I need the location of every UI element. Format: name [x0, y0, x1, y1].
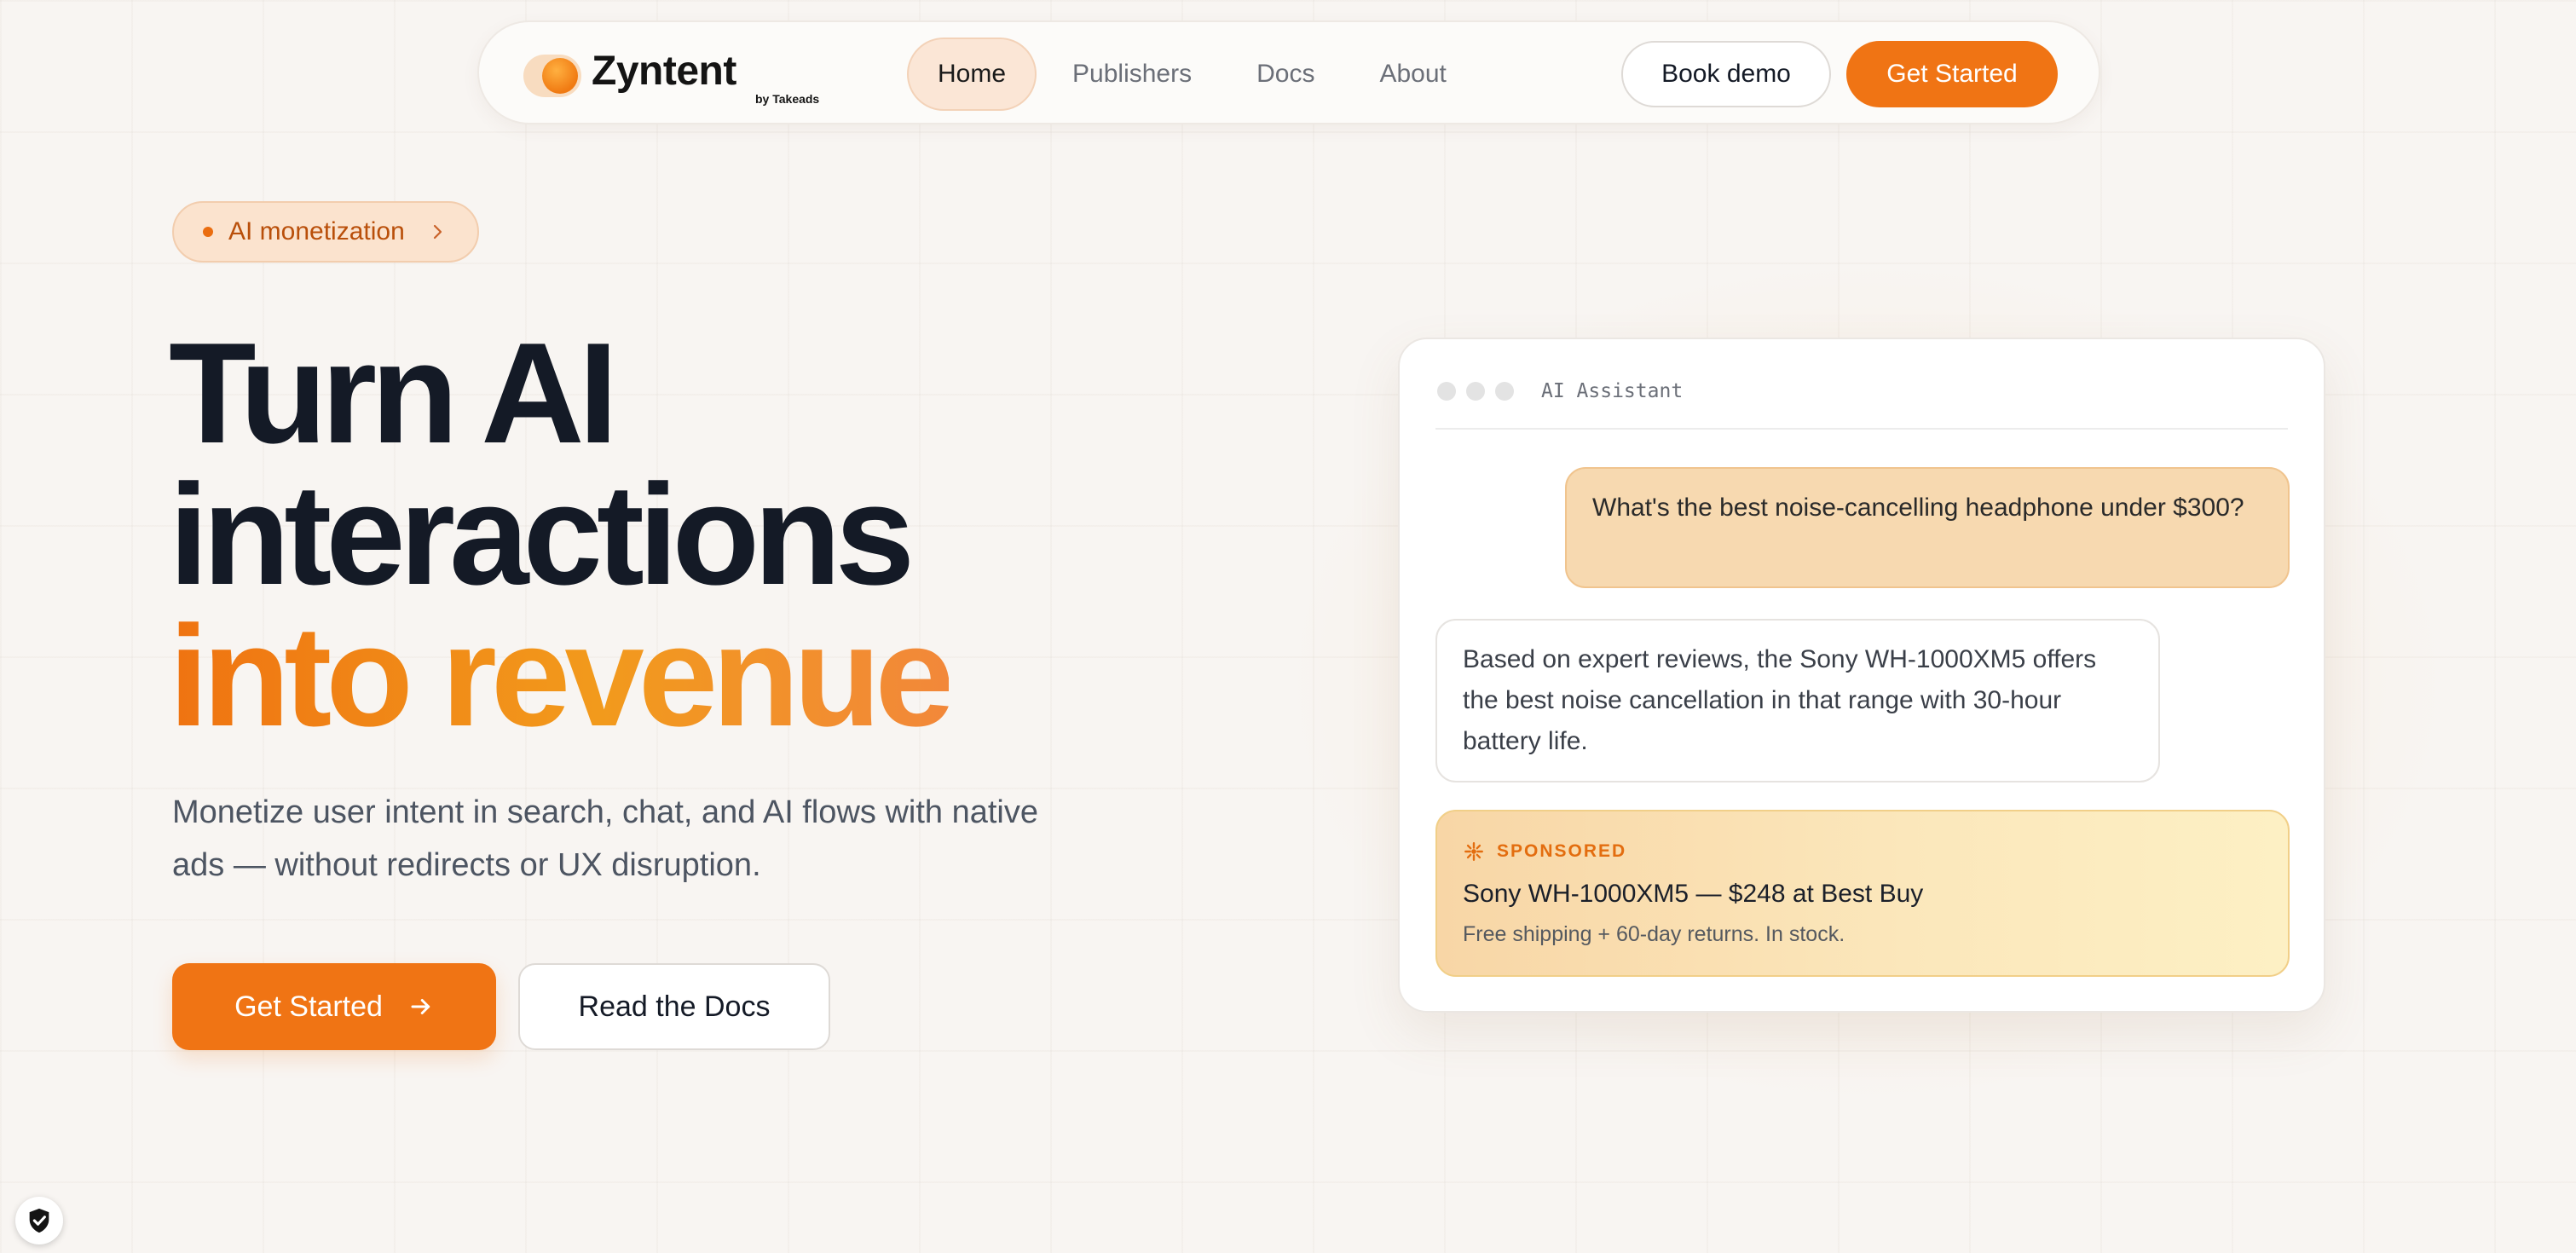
logo[interactable]: Zyntent by Takeads [523, 49, 819, 106]
ai-monetization-pill[interactable]: AI monetization [172, 201, 479, 263]
read-docs-button[interactable]: Read the Docs [518, 963, 830, 1050]
book-demo-button[interactable]: Book demo [1621, 41, 1831, 107]
hero-subtext: Monetize user intent in search, chat, an… [172, 794, 1038, 883]
chevron-right-icon [433, 224, 442, 240]
nav-link-docs[interactable]: Docs [1227, 38, 1343, 111]
sparkle-icon [1464, 842, 1483, 861]
ai-assistant-card: AI Assistant What's the best noise-cance… [1398, 338, 2325, 1013]
logo-byline: by Takeads [755, 92, 820, 106]
window-dot-icon [1466, 382, 1485, 401]
top-navbar: Zyntent by Takeads Home Publishers Docs … [477, 20, 2100, 124]
sponsored-ad-card[interactable]: SPONSORED Sony WH-1000XM5 — $248 at Best… [1435, 810, 2290, 977]
logo-dot [542, 58, 578, 94]
pill-dot-icon [203, 227, 213, 237]
card-divider [1435, 428, 2288, 430]
page: Zyntent by Takeads Home Publishers Docs … [0, 0, 2576, 1253]
get-started-nav-button[interactable]: Get Started [1846, 41, 2058, 107]
user-message-bubble: What's the best noise-cancelling headpho… [1565, 467, 2290, 588]
hero-headline: Turn AI interactions into revenue [169, 313, 955, 756]
nav-links: Home Publishers Docs About [907, 38, 1482, 111]
headline-line-1: Turn AI [169, 313, 618, 473]
sponsored-label: SPONSORED [1497, 841, 1627, 861]
headline-line-3-accent: into revenue [169, 596, 955, 756]
ai-message-bubble: Based on expert reviews, the Sony WH-100… [1435, 619, 2160, 782]
pill-label: AI monetization [228, 217, 405, 245]
sponsored-description: Free shipping + 60-day returns. In stock… [1463, 922, 1845, 946]
logo-wordmark: Zyntent [592, 49, 736, 94]
arrow-right-icon [411, 999, 430, 1014]
window-dots [1437, 382, 1524, 401]
headline-line-2: interactions [169, 454, 915, 615]
sponsored-label-row: SPONSORED [1463, 840, 1626, 863]
window-dot-icon [1437, 382, 1456, 401]
privacy-badge[interactable] [15, 1197, 63, 1244]
nav-link-about[interactable]: About [1350, 38, 1475, 111]
window-dot-icon [1495, 382, 1514, 401]
logo-icon [523, 55, 581, 97]
nav-link-home[interactable]: Home [907, 38, 1037, 111]
get-started-label: Get Started [234, 990, 383, 1023]
shield-check-icon [29, 1208, 49, 1233]
sponsored-product: Sony WH-1000XM5 — $248 at Best Buy [1463, 880, 1924, 908]
get-started-button[interactable]: Get Started [172, 963, 496, 1050]
card-title: AI Assistant [1541, 380, 1684, 402]
nav-link-publishers[interactable]: Publishers [1043, 38, 1221, 111]
